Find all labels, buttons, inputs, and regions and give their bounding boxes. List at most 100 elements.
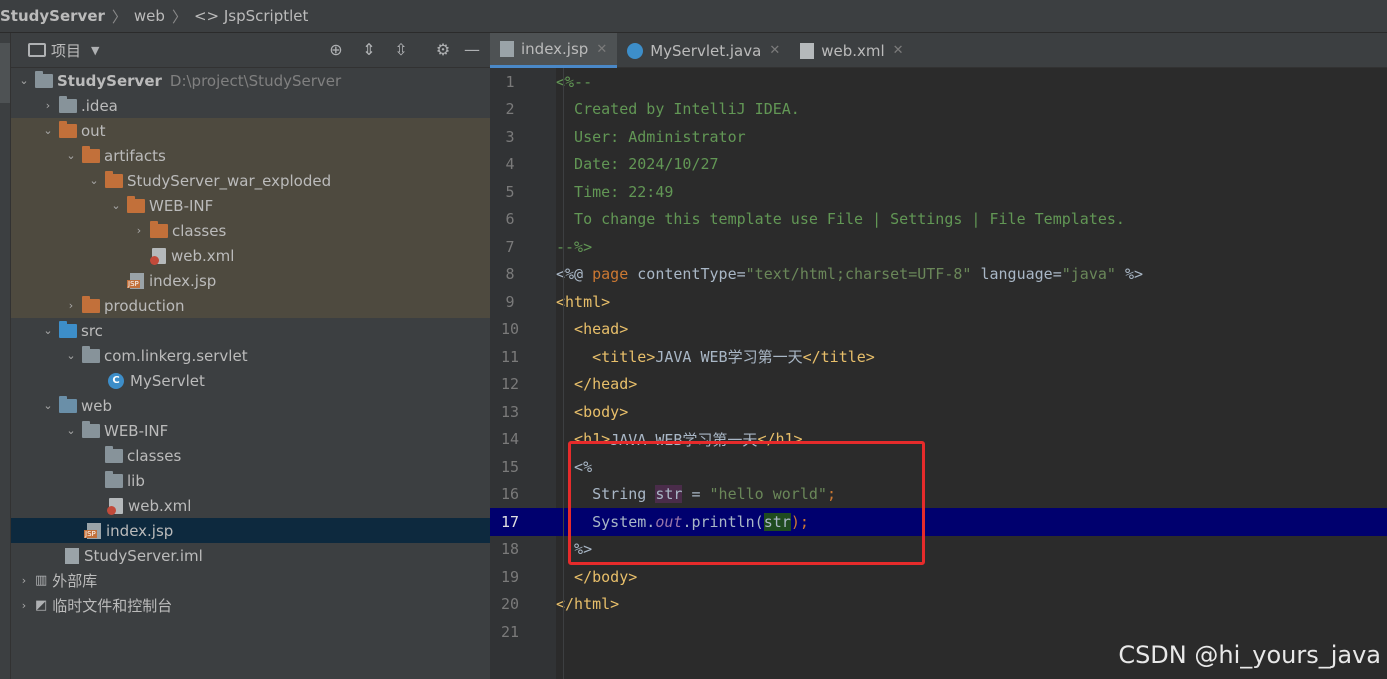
chevron-down-icon[interactable]: ⌄ [41,324,55,337]
chevron-down-icon[interactable]: ⌄ [64,424,78,437]
code-editor[interactable]: 1 <%-- 2 Created by IntelliJ IDEA. 3 User… [490,68,1387,679]
tree-item-label: out [81,121,106,140]
iml-file-icon [65,547,79,564]
line-number: 3 [505,127,515,146]
close-icon[interactable]: ✕ [769,43,780,58]
tree-item-indexjsp-out[interactable]: JSP index.jsp [11,268,490,293]
tree-item-label: WEB-INF [149,196,214,215]
chevron-down-icon[interactable]: ⌄ [41,399,55,412]
tab-label: MyServlet.java [650,41,762,60]
tree-item-scratches[interactable]: › ◩ 临时文件和控制台 [11,593,490,618]
tree-item-web[interactable]: ⌄ web [11,393,490,418]
code-text: User: Administrator [556,127,746,146]
code-text: <%@ [556,265,593,284]
chevron-right-icon[interactable]: › [64,299,78,312]
code-text: <% [556,457,593,476]
tree-item-idea[interactable]: › .idea [11,93,490,118]
chevron-right-icon[interactable]: › [41,99,55,112]
line-number: 2 [505,100,515,119]
tree-item-out[interactable]: ⌄ out [11,118,490,143]
package-icon [82,345,100,363]
code-line: 20 </html> [490,591,1387,619]
folder-icon [59,95,77,113]
breadcrumb-jspscriptlet[interactable]: <> JspScriptlet [194,7,308,25]
code-line: 11 <title> JAVA WEB学习第一天 </title> [490,343,1387,371]
close-icon[interactable]: ✕ [893,43,904,58]
code-text: = [682,485,710,504]
code-line: 4 Date: 2024/10/27 [490,151,1387,179]
chevron-down-icon[interactable]: ⌄ [109,199,123,212]
tree-item-studyserver[interactable]: ⌄ StudyServer D:\project\StudyServer [11,68,490,93]
tree-item-label: 外部库 [52,572,98,590]
code-text: language= [971,265,1062,284]
tree-item-iml[interactable]: StudyServer.iml [11,543,490,568]
chevron-down-icon[interactable]: ⌄ [87,174,101,187]
breadcrumb-web[interactable]: web [134,7,165,25]
java-class-icon [627,42,644,59]
code-text: out [655,512,683,531]
tree-item-war-exploded[interactable]: ⌄ StudyServer_war_exploded [11,168,490,193]
fold-marker-icon[interactable] [530,68,556,96]
chevron-down-icon[interactable]: ⌄ [41,124,55,137]
module-folder-icon [35,70,53,88]
chevron-down-icon[interactable]: ▼ [91,44,99,57]
code-line: 13 <body> [490,398,1387,426]
tab-myservlet-java[interactable]: MyServlet.java ✕ [617,33,790,68]
tree-item-production[interactable]: › production [11,293,490,318]
tree-item-label: web.xml [128,496,192,515]
tree-item-label: WEB-INF [104,421,169,440]
tree-item-external-libraries[interactable]: › ▥ 外部库 [11,568,490,593]
code-line: 9 <html> [490,288,1387,316]
excluded-folder-icon [82,295,100,313]
code-text: Time: 22:49 [556,182,674,201]
tree-item-webxml[interactable]: web.xml [11,493,490,518]
project-panel: 项目 ▼ ⊕ ⇕ ⇳ ⚙ — ⌄ StudyServer D:\project\… [11,33,490,679]
line-number: 8 [505,265,515,284]
code-text: ; [826,485,836,504]
indent-guide [563,68,564,679]
tree-item-src[interactable]: ⌄ src [11,318,490,343]
chevron-down-icon[interactable]: ⌄ [64,349,78,362]
tree-item-webxml-out[interactable]: web.xml [11,243,490,268]
panel-title[interactable]: 项目 [51,40,81,61]
tree-item-web-inf-out[interactable]: ⌄ WEB-INF [11,193,490,218]
tree-item-artifacts[interactable]: ⌄ artifacts [11,143,490,168]
tree-item-indexjsp[interactable]: JSP index.jsp [11,518,490,543]
tree-item-classes[interactable]: classes [11,443,490,468]
tab-index-jsp[interactable]: index.jsp ✕ [490,33,618,68]
chevron-down-icon[interactable]: ⌄ [17,74,31,87]
locate-icon[interactable]: ⊕ [327,41,345,59]
minimize-icon[interactable]: — [463,41,481,59]
tree-item-classes-out[interactable]: › classes [11,218,490,243]
code-text: JAVA WEB学习第一天 [610,430,758,449]
tree-item-label: 临时文件和控制台 [52,597,173,615]
source-folder-icon [59,320,77,338]
project-tool-tab[interactable] [0,43,10,103]
tree-item-package[interactable]: ⌄ com.linkerg.servlet [11,343,490,368]
line-number: 17 [500,512,520,531]
tree-item-myservlet[interactable]: C MyServlet [11,368,490,393]
library-icon: ▥ [35,573,48,588]
line-number: 19 [500,567,520,586]
code-line: 6 To change this template use File | Set… [490,206,1387,234]
tree-item-web-inf[interactable]: ⌄ WEB-INF [11,418,490,443]
expand-all-icon[interactable]: ⇕ [360,41,378,59]
chevron-down-icon[interactable]: ⌄ [64,149,78,162]
tree-item-lib[interactable]: lib [11,468,490,493]
code-text: "java" [1061,265,1116,284]
tab-web-xml[interactable]: web.xml ✕ [790,33,913,68]
chevron-right-icon[interactable]: › [17,574,31,587]
tab-label: index.jsp [521,40,589,58]
breadcrumb-project[interactable]: StudyServer [0,7,105,25]
breadcrumb: StudyServer 〉 web 〉 <> JspScriptlet [0,0,1387,33]
chevron-right-icon[interactable]: › [17,599,31,612]
line-number: 13 [500,402,520,421]
java-class-icon: C [108,372,124,389]
close-icon[interactable]: ✕ [596,42,607,57]
chevron-right-icon[interactable]: › [132,224,146,237]
collapse-all-icon[interactable]: ⇳ [392,41,410,59]
gear-icon[interactable]: ⚙ [434,41,452,59]
excluded-folder-icon [105,170,123,188]
xml-file-icon [107,497,123,515]
editor-tabs: index.jsp ✕ MyServlet.java ✕ web.xml ✕ [490,33,1387,68]
